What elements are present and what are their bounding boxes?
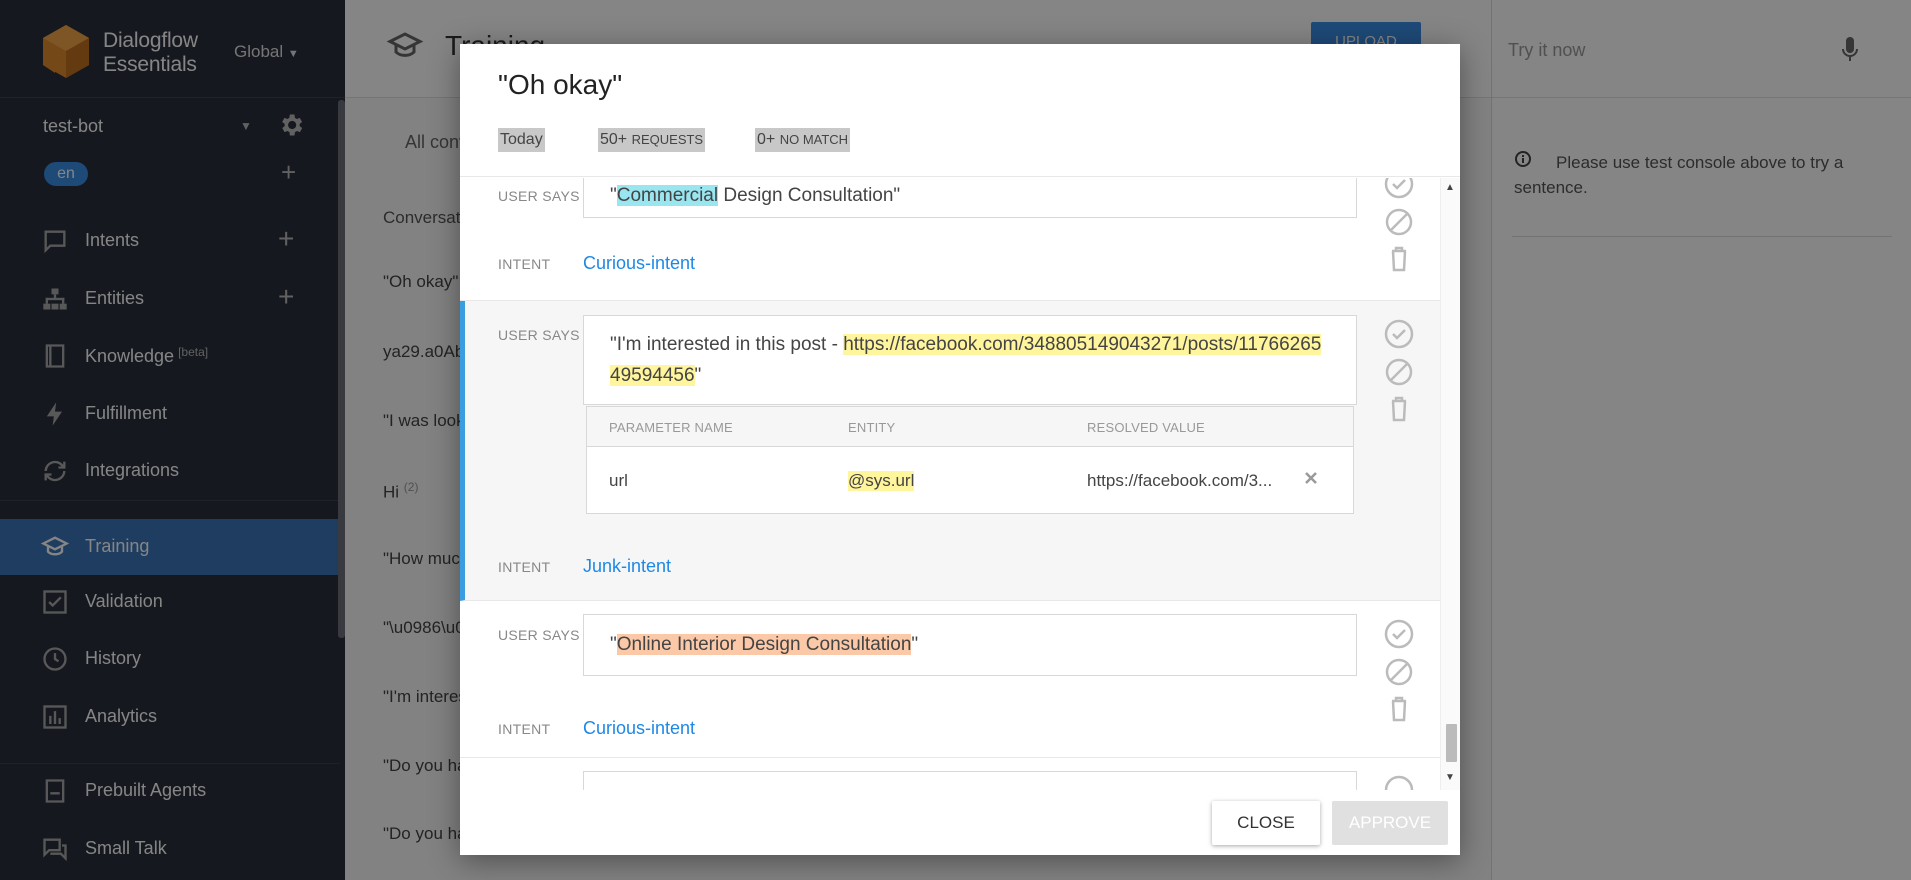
no-match-count: 0+ xyxy=(757,131,776,148)
dialog-title: "Oh okay" xyxy=(498,69,623,100)
no-match-label: NO MATCH xyxy=(779,132,849,147)
dialog-scrollbar[interactable]: ▲ ▼ xyxy=(1440,178,1460,790)
column-header: RESOLVED VALUE xyxy=(1087,420,1205,435)
intent-label: INTENT xyxy=(498,721,551,737)
parameter-table: PARAMETER NAME ENTITY RESOLVED VALUE url… xyxy=(586,406,1354,514)
user-phrase[interactable]: "Online Interior Design Consultation" xyxy=(583,614,1357,676)
quote-open: " xyxy=(610,634,617,655)
trash-icon[interactable] xyxy=(1382,242,1416,274)
quote-open: " xyxy=(610,185,617,206)
parameter-entity[interactable]: @sys.url xyxy=(848,471,915,491)
parameter-row: url @sys.url https://facebook.com/3... xyxy=(587,447,1353,513)
approve-check-icon[interactable] xyxy=(1382,318,1416,350)
approve-check-icon[interactable] xyxy=(1382,618,1416,650)
requests-label: REQUESTS xyxy=(631,132,704,147)
user-says-label: USER SAYS xyxy=(498,627,580,643)
user-phrase[interactable]: "Commercial Design Consultation" xyxy=(583,178,1357,218)
dialog-entries: USER SAYS "Commercial Design Consultatio… xyxy=(460,178,1440,790)
requests-count: 50+ xyxy=(600,131,628,148)
parameter-resolved-value: https://facebook.com/3... xyxy=(1087,471,1273,490)
annotated-entity[interactable]: Online Interior Design Consultation xyxy=(616,634,912,655)
block-icon[interactable] xyxy=(1382,656,1416,688)
user-says-label: USER SAYS xyxy=(498,188,580,204)
training-entry xyxy=(460,758,1440,790)
parameter-table-header: PARAMETER NAME ENTITY RESOLVED VALUE xyxy=(587,407,1353,447)
no-match-chip: 0+ NO MATCH xyxy=(755,128,851,152)
dialog-header: "Oh okay" Today 50+ REQUESTS 0+ NO MATCH xyxy=(460,44,1460,177)
date-chip: Today xyxy=(498,128,545,152)
scrollbar-thumb[interactable] xyxy=(1446,724,1457,762)
trash-icon[interactable] xyxy=(1382,692,1416,724)
phrase-text: Design Consultation" xyxy=(718,185,901,206)
quote-close: " xyxy=(911,634,919,655)
approve-check-icon[interactable] xyxy=(1382,178,1416,200)
user-phrase[interactable]: "I'm interested in this post - https://f… xyxy=(583,315,1357,405)
user-phrase[interactable] xyxy=(583,771,1357,790)
scroll-up-icon[interactable]: ▲ xyxy=(1445,182,1455,193)
block-icon[interactable] xyxy=(1382,206,1416,238)
quote-close: " xyxy=(694,365,702,386)
trash-icon[interactable] xyxy=(1382,392,1416,424)
phrase-text: "I'm interested in this post - xyxy=(610,334,844,355)
approve-button[interactable]: APPROVE xyxy=(1332,801,1448,845)
remove-parameter-icon[interactable] xyxy=(1302,469,1320,487)
requests-chip: 50+ REQUESTS xyxy=(598,128,706,152)
training-dialog: "Oh okay" Today 50+ REQUESTS 0+ NO MATCH… xyxy=(460,44,1460,855)
close-button[interactable]: CLOSE xyxy=(1212,801,1320,845)
training-entry: USER SAYS "Commercial Design Consultatio… xyxy=(460,178,1440,301)
approve-check-icon[interactable] xyxy=(1382,774,1416,790)
intent-link[interactable]: Curious-intent xyxy=(583,253,695,274)
scroll-down-icon[interactable]: ▼ xyxy=(1445,772,1455,783)
intent-label: INTENT xyxy=(498,256,551,272)
block-icon[interactable] xyxy=(1382,356,1416,388)
intent-label: INTENT xyxy=(498,559,551,575)
column-header: PARAMETER NAME xyxy=(609,420,733,435)
training-entry-selected: USER SAYS "I'm interested in this post -… xyxy=(460,301,1440,601)
parameter-name[interactable]: url xyxy=(609,471,628,491)
intent-link[interactable]: Curious-intent xyxy=(583,718,695,739)
intent-link[interactable]: Junk-intent xyxy=(583,556,671,577)
column-header: ENTITY xyxy=(848,420,896,435)
annotated-entity[interactable]: Commercial xyxy=(616,185,719,206)
user-says-label: USER SAYS xyxy=(498,327,580,343)
training-entry: USER SAYS "Online Interior Design Consul… xyxy=(460,601,1440,758)
